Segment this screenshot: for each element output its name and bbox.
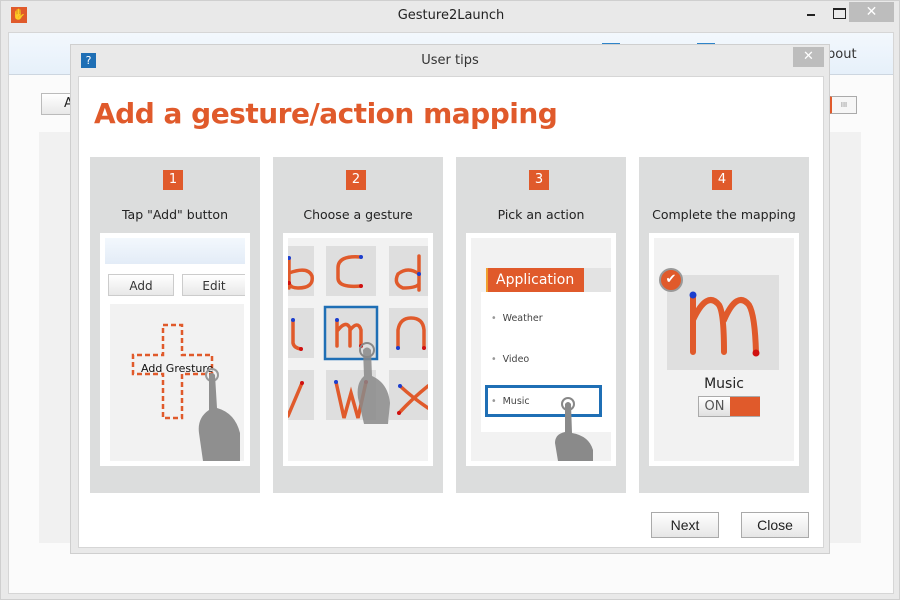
- window-title: Gesture2Launch: [397, 8, 505, 23]
- mapping-toggle: ON: [698, 396, 760, 417]
- checkmark-icon: ✔: [659, 268, 683, 292]
- dialog-heading: Add a gesture/action mapping: [94, 97, 558, 130]
- toggle-fill: [730, 397, 760, 416]
- step-card-2: 2 Choose a gesture: [273, 157, 443, 493]
- gesture-tile-n: [389, 308, 428, 358]
- step-label: Tap "Add" button: [121, 207, 229, 222]
- step-illustration: Application Weather Video Music: [466, 233, 616, 466]
- step-label: Complete the mapping: [652, 207, 796, 222]
- gesture-tile-v: [288, 370, 314, 420]
- close-window-button[interactable]: ✕: [849, 2, 894, 22]
- step-label: Pick an action: [497, 207, 585, 222]
- mapped-gesture-tile: [667, 275, 779, 370]
- pointing-hand-icon: [555, 397, 593, 461]
- gesture-tile-c: [326, 246, 376, 296]
- step-card-1: 1 Tap "Add" button Add Edit Add Gresture: [90, 157, 260, 493]
- next-button[interactable]: Next: [651, 512, 719, 538]
- step-illustration: [283, 233, 433, 466]
- step-label: Choose a gesture: [303, 207, 413, 222]
- gesture-grid: [288, 246, 428, 424]
- step-illustration: ✔ Music ON: [649, 233, 799, 466]
- gesture-m-stroke: [689, 291, 760, 357]
- background-toggle[interactable]: III: [829, 96, 857, 114]
- step-card-3: 3 Pick an action Application Weather Vid…: [456, 157, 626, 493]
- dialog-close-button[interactable]: ✕: [793, 47, 824, 67]
- about-menu-item[interactable]: bout: [827, 47, 857, 62]
- toggle-label: ON: [699, 397, 730, 416]
- close-button[interactable]: Close: [741, 512, 809, 538]
- mapped-action-label: Music: [704, 376, 744, 392]
- step-card-4: 4 Complete the mapping ✔ Music ON: [639, 157, 809, 493]
- step-number: 1: [163, 170, 183, 190]
- step-number: 2: [346, 170, 366, 190]
- dialog-title: User tips: [421, 53, 479, 68]
- pointing-hand-icon: [198, 368, 240, 461]
- minimize-button[interactable]: [799, 2, 829, 22]
- step-number: 4: [712, 170, 732, 190]
- title-bar: ✋ Gesture2Launch ✕: [1, 1, 900, 32]
- dialog-body: Add a gesture/action mapping 1 Tap "Add"…: [78, 76, 824, 548]
- step-illustration: Add Edit Add Gresture: [100, 233, 250, 466]
- step-number: 3: [529, 170, 549, 190]
- user-tips-dialog: ? User tips ✕ Add a gesture/action mappi…: [70, 44, 830, 554]
